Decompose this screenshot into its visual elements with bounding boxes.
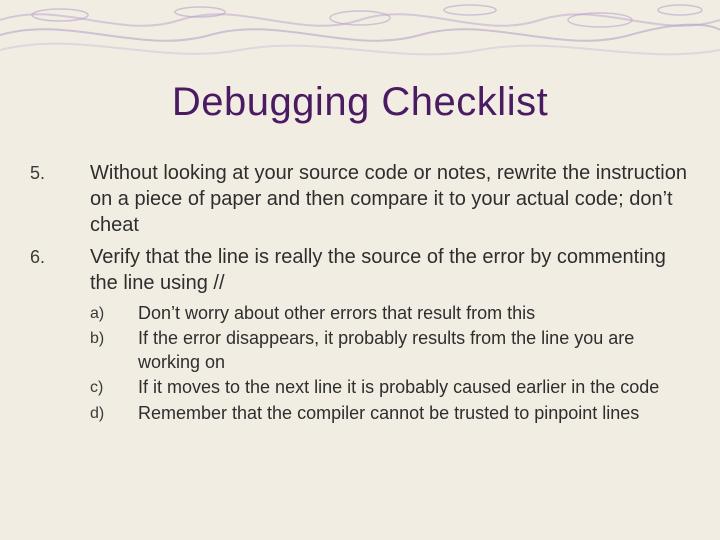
sublist-marker: b) <box>30 327 138 374</box>
sublist-item: b) If the error disappears, it probably … <box>30 327 690 374</box>
numbered-list: 5. Without looking at your source code o… <box>30 160 690 425</box>
sublist-text: If it moves to the next line it is proba… <box>138 376 690 399</box>
sublist-text: If the error disappears, it probably res… <box>138 327 690 374</box>
list-marker: 5. <box>30 160 90 238</box>
list-marker: 6. <box>30 244 90 296</box>
decorative-top-band <box>0 0 720 70</box>
sublist-marker: a) <box>30 302 138 325</box>
sublist-marker: c) <box>30 376 138 399</box>
sublist-marker: d) <box>30 402 138 425</box>
sublist-item: a) Don’t worry about other errors that r… <box>30 302 690 325</box>
list-text: Without looking at your source code or n… <box>90 160 690 238</box>
sublist-item: d) Remember that the compiler cannot be … <box>30 402 690 425</box>
slide-title: Debugging Checklist <box>0 80 720 125</box>
lettered-sublist: a) Don’t worry about other errors that r… <box>30 302 690 425</box>
sublist-text: Remember that the compiler cannot be tru… <box>138 402 690 425</box>
sublist-text: Don’t worry about other errors that resu… <box>138 302 690 325</box>
list-item: 5. Without looking at your source code o… <box>30 160 690 238</box>
slide-content: 5. Without looking at your source code o… <box>30 160 690 427</box>
list-text: Verify that the line is really the sourc… <box>90 244 690 296</box>
list-item: 6. Verify that the line is really the so… <box>30 244 690 296</box>
sublist-item: c) If it moves to the next line it is pr… <box>30 376 690 399</box>
